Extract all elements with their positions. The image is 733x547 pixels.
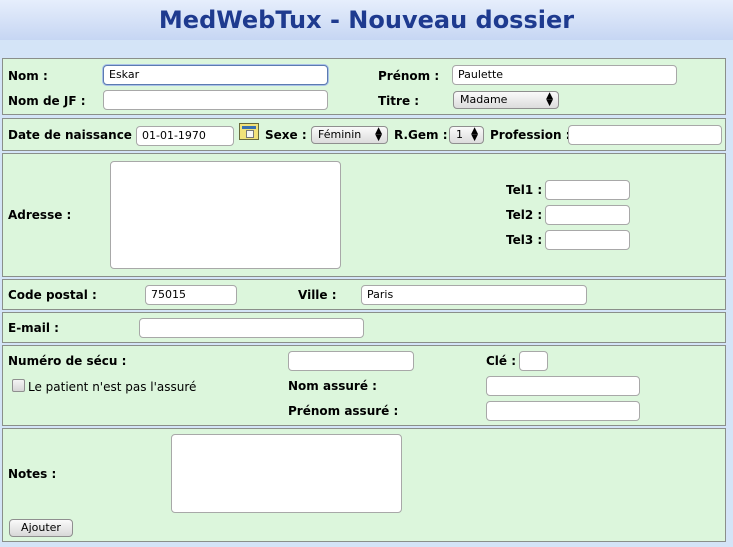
titre-label: Titre : xyxy=(378,94,420,108)
titre-value: Madame xyxy=(460,93,508,106)
prenom-input[interactable]: Paulette xyxy=(452,65,677,85)
sexe-select[interactable]: Féminin ▲ ▼ xyxy=(311,126,388,144)
tel1-label: Tel1 : xyxy=(506,183,543,197)
notes-section: Notes : Ajouter xyxy=(2,428,726,542)
updown-arrow-icon: ▲ ▼ xyxy=(375,126,382,143)
updown-arrow-icon: ▲ ▼ xyxy=(471,126,478,143)
nom-assure-label: Nom assuré : xyxy=(288,379,377,393)
rgem-value: 1 xyxy=(456,128,463,141)
ville-input[interactable]: Paris xyxy=(361,285,587,305)
tel2-label: Tel2 : xyxy=(506,208,543,222)
nom-input[interactable]: Eskar xyxy=(103,65,328,85)
prenom-assure-label: Prénom assuré : xyxy=(288,404,399,418)
rgem-select[interactable]: 1 ▲ ▼ xyxy=(449,126,484,144)
secu-section: Numéro de sécu : Clé : Le patient n'est … xyxy=(2,345,726,426)
title-strip xyxy=(0,40,733,56)
cle-input[interactable] xyxy=(519,351,548,371)
rgem-label: R.Gem : xyxy=(394,128,448,142)
dob-label: Date de naissance : xyxy=(8,128,141,142)
cp-input[interactable]: 75015 xyxy=(145,285,237,305)
profession-input[interactable] xyxy=(568,125,722,145)
tel3-input[interactable] xyxy=(545,230,630,250)
cp-label: Code postal : xyxy=(8,288,97,302)
prenom-assure-input[interactable] xyxy=(486,401,640,421)
location-section: Code postal : 75015 Ville : Paris xyxy=(2,279,726,310)
nom-assure-input[interactable] xyxy=(486,376,640,396)
email-label: E-mail : xyxy=(8,321,59,335)
adresse-label: Adresse : xyxy=(8,208,72,222)
profession-label: Profession : xyxy=(490,128,571,142)
titre-select[interactable]: Madame ▲ ▼ xyxy=(453,91,559,109)
tel1-input[interactable] xyxy=(545,180,630,200)
tel2-input[interactable] xyxy=(545,205,630,225)
nomjf-input[interactable] xyxy=(103,90,328,110)
calendar-icon[interactable] xyxy=(239,123,259,140)
notes-textarea[interactable] xyxy=(171,434,402,513)
page-title: MedWebTux - Nouveau dossier xyxy=(158,6,575,34)
title-bar: MedWebTux - Nouveau dossier xyxy=(0,0,733,40)
birth-section: Date de naissance : 01-01-1970 Sexe : Fé… xyxy=(2,118,726,151)
numero-secu-input[interactable] xyxy=(288,351,414,371)
nomjf-label: Nom de JF : xyxy=(8,94,86,108)
ville-label: Ville : xyxy=(298,288,337,302)
cle-label: Clé : xyxy=(486,354,517,368)
dob-input[interactable]: 01-01-1970 xyxy=(136,126,234,146)
numero-secu-label: Numéro de sécu : xyxy=(8,354,127,368)
not-insured-checkbox[interactable] xyxy=(12,379,25,392)
not-insured-label: Le patient n'est pas l'assuré xyxy=(28,380,197,394)
notes-label: Notes : xyxy=(8,467,57,481)
address-section: Adresse : Tel1 : Tel2 : Tel3 : xyxy=(2,153,726,277)
tel3-label: Tel3 : xyxy=(506,233,543,247)
email-section: E-mail : xyxy=(2,312,726,343)
ajouter-button[interactable]: Ajouter xyxy=(9,519,73,537)
identity-section: Nom : Eskar Prénom : Paulette Nom de JF … xyxy=(2,58,726,115)
sexe-value: Féminin xyxy=(318,128,362,141)
nom-label: Nom : xyxy=(8,69,48,83)
adresse-textarea[interactable] xyxy=(110,161,341,269)
updown-arrow-icon: ▲ ▼ xyxy=(546,91,553,108)
sexe-label: Sexe : xyxy=(265,128,307,142)
prenom-label: Prénom : xyxy=(378,69,440,83)
email-input[interactable] xyxy=(139,318,364,338)
